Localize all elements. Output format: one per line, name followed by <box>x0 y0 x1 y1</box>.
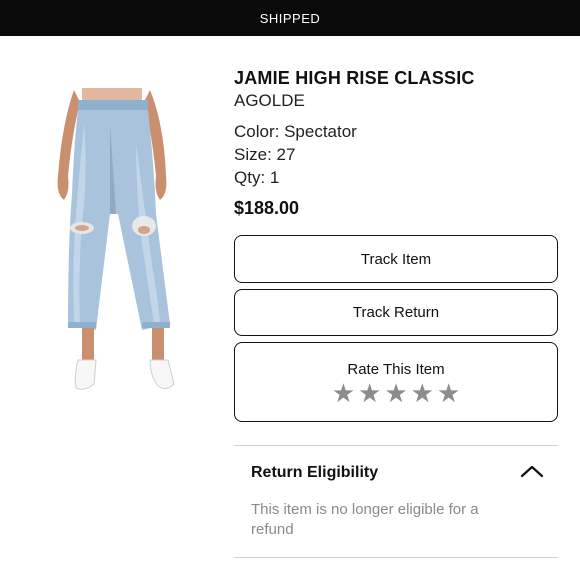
product-size: Size: 27 <box>234 145 296 164</box>
divider <box>234 445 558 446</box>
product-info: JAMIE HIGH RISE CLASSIC AGOLDE Color: Sp… <box>234 66 558 220</box>
star-icon[interactable]: ★ <box>411 380 434 406</box>
jeans-illustration <box>57 88 175 390</box>
star-icon[interactable]: ★ <box>358 380 381 406</box>
star-icon[interactable]: ★ <box>384 380 407 406</box>
return-eligibility-header[interactable]: Return Eligibility <box>234 458 558 488</box>
product-brand: AGOLDE <box>234 91 305 110</box>
chevron-up-icon[interactable] <box>520 464 544 483</box>
track-item-button[interactable]: Track Item <box>234 235 558 283</box>
return-eligibility-title: Return Eligibility <box>251 464 379 481</box>
product-color: Color: Spectator <box>234 122 357 141</box>
product-price: $188.00 <box>234 198 300 218</box>
product-name[interactable]: JAMIE HIGH RISE CLASSIC <box>234 66 558 90</box>
rate-item-label: Rate This Item <box>347 360 445 378</box>
track-return-button[interactable]: Track Return <box>234 289 558 336</box>
order-status-bar: SHIPPED <box>0 0 580 36</box>
star-icon[interactable]: ★ <box>437 380 460 406</box>
star-icon[interactable]: ★ <box>332 380 355 406</box>
return-eligibility-text: This item is no longer eligible for a re… <box>251 501 479 538</box>
product-image[interactable] <box>44 84 194 404</box>
star-rating[interactable]: ★ ★ ★ ★ ★ <box>332 380 461 406</box>
rate-item-panel: Rate This Item ★ ★ ★ ★ ★ <box>234 342 558 422</box>
order-status-label: SHIPPED <box>259 10 321 26</box>
product-qty: Qty: 1 <box>234 168 280 187</box>
divider <box>234 557 558 558</box>
